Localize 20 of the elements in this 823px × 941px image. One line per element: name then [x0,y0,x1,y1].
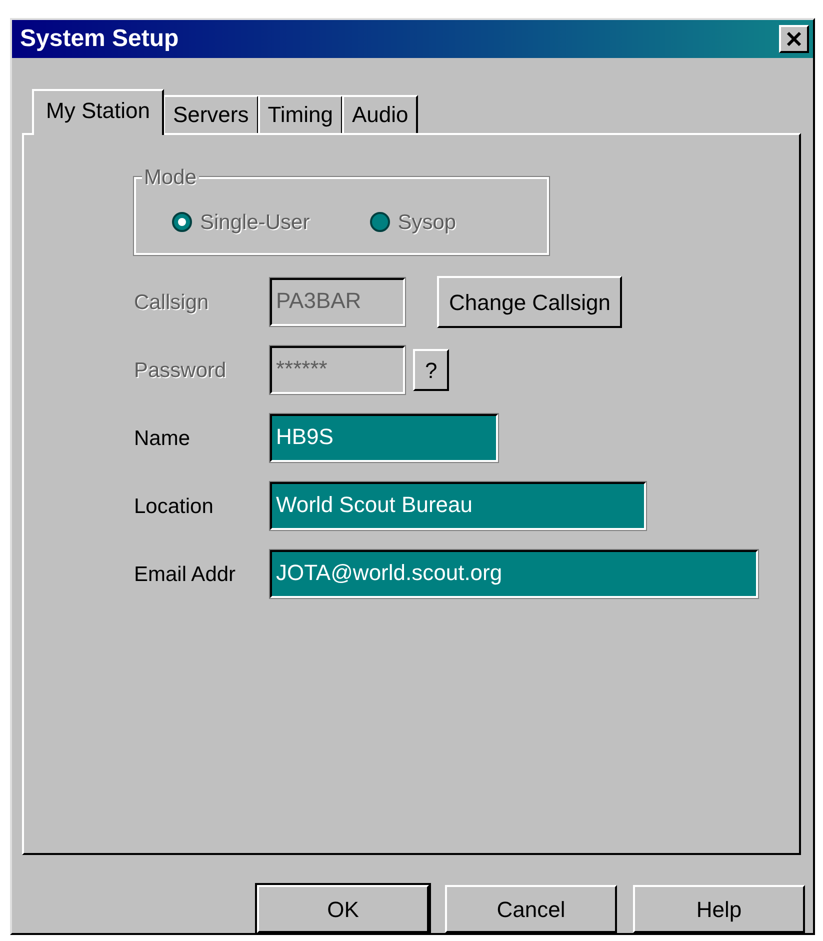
radio-label: Single-User [200,210,310,236]
tab[interactable]: Servers [162,94,259,134]
tab[interactable]: My Station [32,88,164,136]
radio-label: Sysop [398,210,456,236]
close-icon [786,32,802,46]
tab[interactable]: Timing [258,94,343,134]
dialog-button[interactable]: OK [257,885,429,933]
dialog-button[interactable]: Help [633,885,805,933]
field-label: Name [134,426,192,452]
field-label: Email Addr [134,562,237,588]
tab[interactable]: Audio [342,94,418,134]
input-field[interactable]: JOTA@world.scout.org [270,550,758,598]
window-title: System Setup [20,24,179,54]
field-label: Callsign [134,290,210,316]
field-label: Password [134,358,228,384]
close-button[interactable] [779,24,809,53]
input-field[interactable]: HB9S [270,414,498,462]
field-label: Location [134,494,214,520]
input-field[interactable]: World Scout Bureau [270,482,646,530]
dialog-button[interactable]: Cancel [445,885,617,933]
